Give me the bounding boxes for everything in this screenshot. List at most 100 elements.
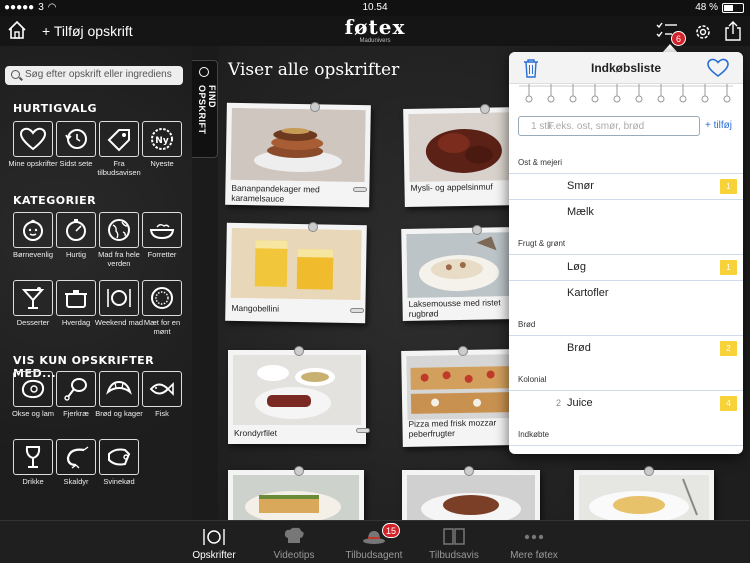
brand-sub: Madunivers (359, 38, 391, 44)
tab-label: Tilbudsavis (429, 550, 479, 561)
list-category: Ost & mejeri (518, 158, 563, 167)
category-kids-button[interactable] (13, 212, 53, 248)
list-category: Indkøbte (518, 430, 550, 439)
pin-icon (480, 104, 490, 114)
note-badge[interactable]: 1 (720, 179, 737, 194)
list-item[interactable]: Smør 1 (509, 173, 743, 199)
section-title-quick: HURTIGVALG (13, 102, 98, 115)
recipe-photo (406, 354, 518, 420)
shrimp-icon (66, 446, 89, 469)
quick-recent-button[interactable] (56, 121, 96, 157)
note-badge[interactable]: 4 (720, 396, 737, 411)
pin-icon (472, 225, 482, 235)
page-title: Viser alle opskrifter (228, 60, 400, 80)
item-input[interactable]: F.eks. ost, smør, brød (548, 121, 644, 132)
category-weekend-button[interactable] (99, 280, 139, 316)
category-world-button[interactable] (99, 212, 139, 248)
plate-cutlery-icon (107, 289, 131, 307)
filter-poultry-button[interactable] (56, 371, 96, 407)
battery-area: 48 % (695, 2, 744, 13)
clip-icon (356, 428, 370, 433)
list-item[interactable]: Løg 1 (509, 254, 743, 280)
globe-icon (108, 219, 130, 241)
brand-name: føtex (344, 15, 406, 39)
category-label: Forretter (147, 250, 177, 259)
quick-mine-button[interactable] (13, 121, 53, 157)
filter-bread-cakes-button[interactable] (99, 371, 139, 407)
favorite-heart-icon[interactable] (707, 58, 729, 78)
status-bar: ●●●●● 3 ◠ 10.54 48 % (0, 0, 750, 16)
list-item[interactable]: Brød 2 (509, 335, 743, 361)
share-icon[interactable] (724, 20, 742, 42)
ham-icon (108, 448, 131, 466)
category-cheap-button[interactable] (142, 280, 182, 316)
add-recipe-button[interactable]: + Tilføj opskrift (42, 23, 133, 39)
heart-icon (19, 127, 47, 151)
recipe-title: Mysli- og appelsinmuf (410, 181, 493, 193)
wine-glass-icon (25, 446, 41, 468)
fish-icon (149, 382, 174, 396)
quick-newest-button[interactable]: Ny (142, 121, 182, 157)
recipe-title: Krondyrfilet (234, 428, 277, 438)
battery-icon (722, 2, 744, 13)
recipe-title: Pizza med frisk mozzar peberfrugter (408, 417, 497, 439)
nav-bar: + Tilføj opskrift føtex Madunivers (0, 16, 750, 46)
list-category: Brød (518, 320, 536, 329)
category-everyday-button[interactable] (56, 280, 96, 316)
filter-drinks-button[interactable] (13, 439, 53, 475)
filter-pork-button[interactable] (99, 439, 139, 475)
home-icon[interactable] (6, 19, 28, 41)
battery-percent: 48 % (695, 2, 718, 13)
svg-text:Ny: Ny (155, 136, 169, 146)
recipe-card[interactable]: Mangobellini (225, 222, 367, 324)
recipe-photo (579, 475, 709, 525)
child-face-icon (23, 219, 43, 241)
list-item-name: Mælk (567, 206, 594, 218)
chef-hat-icon (284, 527, 304, 543)
recipe-card[interactable]: Mysli- og appelsinmuf (403, 106, 523, 208)
tab-videotips[interactable]: Videotips (254, 521, 334, 563)
list-item[interactable]: Mælk (509, 199, 743, 225)
recipe-title: Bananpandekager med karamelsauce (231, 182, 320, 204)
add-item-button[interactable]: + tilføj (705, 120, 732, 131)
tab-offer-paper[interactable]: Tilbudsavis (414, 521, 494, 563)
tab-bar: Opskrifter Videotips Tilbudsagent Tilbud… (0, 520, 750, 563)
list-item-name: Smør (567, 180, 594, 192)
search-input[interactable]: Søg efter opskrift eller ingrediens (5, 66, 183, 85)
section-title-categories: KATEGORIER (13, 194, 97, 207)
tab-label: Videotips (273, 550, 315, 561)
search-icon (199, 67, 209, 77)
open-book-icon (443, 528, 465, 545)
recipe-card[interactable]: Krondyrfilet (228, 350, 366, 444)
recipe-card[interactable]: Pizza med frisk mozzar peberfrugter (401, 348, 523, 448)
gear-icon[interactable] (693, 22, 713, 42)
tab-more[interactable]: Mere føtex (494, 521, 574, 563)
category-desserts-button[interactable] (13, 280, 53, 316)
category-label: Mæt for en mønt (143, 318, 181, 336)
recipe-title: Mangobellini (231, 302, 280, 314)
recipe-card[interactable]: Laksemousse med ristet rugbrød (401, 226, 523, 322)
list-item[interactable]: 2 Juice 4 (509, 390, 743, 416)
foetex-logo[interactable]: føtex Madunivers (330, 16, 420, 44)
find-recipe-tab[interactable]: FIND OPSKRIFT (192, 60, 218, 158)
more-dots-icon (524, 534, 544, 540)
filter-fish-button[interactable] (142, 371, 182, 407)
find-recipe-label: FIND OPSKRIFT (197, 85, 217, 135)
filter-beef-lamb-button[interactable] (13, 371, 53, 407)
recipe-card[interactable]: Bananpandekager med karamelsauce (225, 102, 371, 208)
quick-offers-button[interactable] (99, 121, 139, 157)
list-item-name: Kartofler (567, 287, 609, 299)
tab-offer-agent[interactable]: Tilbudsagent (334, 521, 414, 563)
tab-recipes[interactable]: Opskrifter (174, 521, 254, 563)
category-starters-button[interactable] (142, 212, 182, 248)
filter-shellfish-button[interactable] (56, 439, 96, 475)
category-quick-button[interactable] (56, 212, 96, 248)
quick-label: Nyeste (150, 159, 174, 168)
recipe-photo (408, 112, 518, 182)
note-badge[interactable]: 2 (720, 341, 737, 356)
note-badge[interactable]: 1 (720, 260, 737, 275)
list-item[interactable]: Kartofler (509, 280, 743, 306)
list-item-name: Juice (567, 397, 593, 409)
list-category: Kolonial (518, 375, 547, 384)
notebook-rings (519, 84, 733, 103)
